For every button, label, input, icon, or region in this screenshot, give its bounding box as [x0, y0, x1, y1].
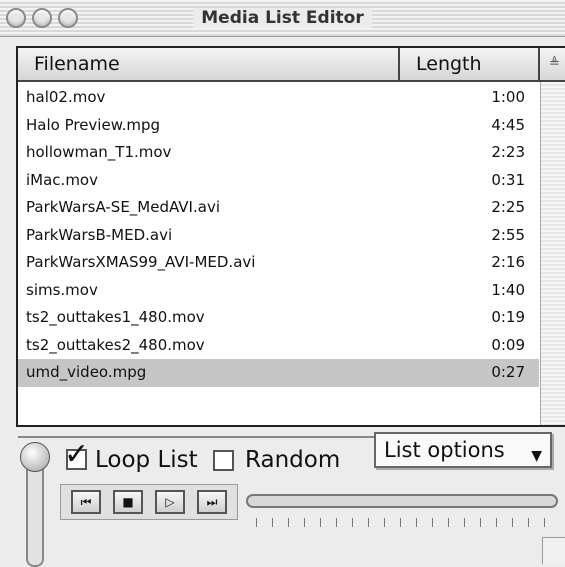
media-list-editor-window: Media List Editor Filename Length ≜ hal0…	[0, 0, 565, 567]
random-label[interactable]: Random	[245, 447, 340, 473]
row-length: 0:19	[491, 308, 525, 326]
next-track-button[interactable]: ⏭	[197, 490, 227, 514]
row-filename: ParkWarsXMAS99_AVI-MED.avi	[26, 253, 256, 271]
row-length: 2:25	[491, 198, 525, 216]
table-row[interactable]: hollowman_T1.mov 2:23	[18, 139, 539, 167]
row-filename: sims.mov	[26, 280, 98, 299]
row-length: 0:31	[491, 170, 525, 189]
list-options-popup[interactable]: List options ▼	[374, 432, 552, 468]
previous-track-icon: ⏮	[80, 495, 92, 509]
table-row[interactable]: ParkWarsA-SE_MedAVI.avi 2:25	[18, 194, 539, 222]
table-row[interactable]: iMac.mov 0:31	[18, 167, 539, 195]
table-row[interactable]: ParkWarsXMAS99_AVI-MED.avi 2:16	[18, 249, 539, 277]
table-row[interactable]: ts2_outtakes2_480.mov 0:09	[18, 332, 539, 360]
row-filename: ts2_outtakes2_480.mov	[26, 335, 205, 354]
play-icon: ▷	[165, 495, 175, 509]
previous-track-button[interactable]: ⏮	[71, 490, 101, 514]
table-row[interactable]: Halo Preview.mpg 4:45	[18, 112, 539, 140]
row-length: 4:45	[491, 115, 525, 134]
progress-tick-marks	[256, 518, 546, 527]
row-length: 1:00	[491, 88, 525, 106]
resize-corner[interactable]	[542, 537, 565, 564]
table-row[interactable]: sims.mov 1:40	[18, 277, 539, 305]
row-length: 0:27	[491, 363, 525, 381]
row-length: 2:55	[491, 225, 525, 244]
list-options-label: List options	[384, 438, 505, 462]
vertical-scrollbar[interactable]	[540, 82, 565, 425]
row-length: 1:40	[491, 280, 525, 299]
row-length: 2:16	[491, 253, 525, 271]
random-checkbox[interactable]	[213, 450, 234, 471]
column-header-filename[interactable]: Filename	[18, 48, 400, 80]
row-filename: hal02.mov	[26, 88, 106, 106]
row-filename: iMac.mov	[26, 170, 98, 189]
loop-list-label[interactable]: Loop List	[95, 447, 198, 473]
row-length: 0:09	[491, 335, 525, 354]
column-header-length[interactable]: Length	[402, 48, 540, 80]
title-bar[interactable]: Media List Editor	[0, 0, 565, 37]
sort-direction-icon[interactable]: ≜	[542, 48, 565, 80]
media-list: Filename Length ≜ hal02.mov 1:00 Halo Prev…	[16, 46, 565, 438]
row-filename: ParkWarsB-MED.avi	[26, 225, 173, 244]
table-row[interactable]: ParkWarsB-MED.avi 2:55	[18, 222, 539, 250]
next-track-icon: ⏭	[206, 495, 218, 509]
row-filename: ParkWarsA-SE_MedAVI.avi	[26, 198, 220, 216]
list-header: Filename Length ≜	[18, 48, 565, 82]
transport-controls: ⏮ ■ ▷ ⏭	[60, 484, 238, 520]
window-title: Media List Editor	[0, 8, 565, 28]
stop-icon: ■	[122, 495, 134, 509]
chevron-down-icon: ▼	[531, 448, 542, 464]
checkmark-icon: ✓	[64, 437, 90, 472]
playback-progress-slider[interactable]	[246, 494, 558, 508]
stop-button[interactable]: ■	[113, 490, 143, 514]
list-rows: hal02.mov 1:00 Halo Preview.mpg 4:45 hollowm…	[18, 84, 539, 387]
volume-slider-knob[interactable]	[20, 442, 50, 472]
table-row[interactable]: hal02.mov 1:00	[18, 84, 539, 112]
row-filename: Halo Preview.mpg	[26, 115, 161, 134]
row-filename: ts2_outtakes1_480.mov	[26, 308, 205, 326]
row-filename: hollowman_T1.mov	[26, 143, 172, 161]
row-filename: umd_video.mpg	[26, 363, 147, 381]
table-row[interactable]: umd_video.mpg 0:27	[18, 359, 539, 387]
play-button[interactable]: ▷	[155, 490, 185, 514]
row-length: 2:23	[491, 143, 525, 161]
table-row[interactable]: ts2_outtakes1_480.mov 0:19	[18, 304, 539, 332]
